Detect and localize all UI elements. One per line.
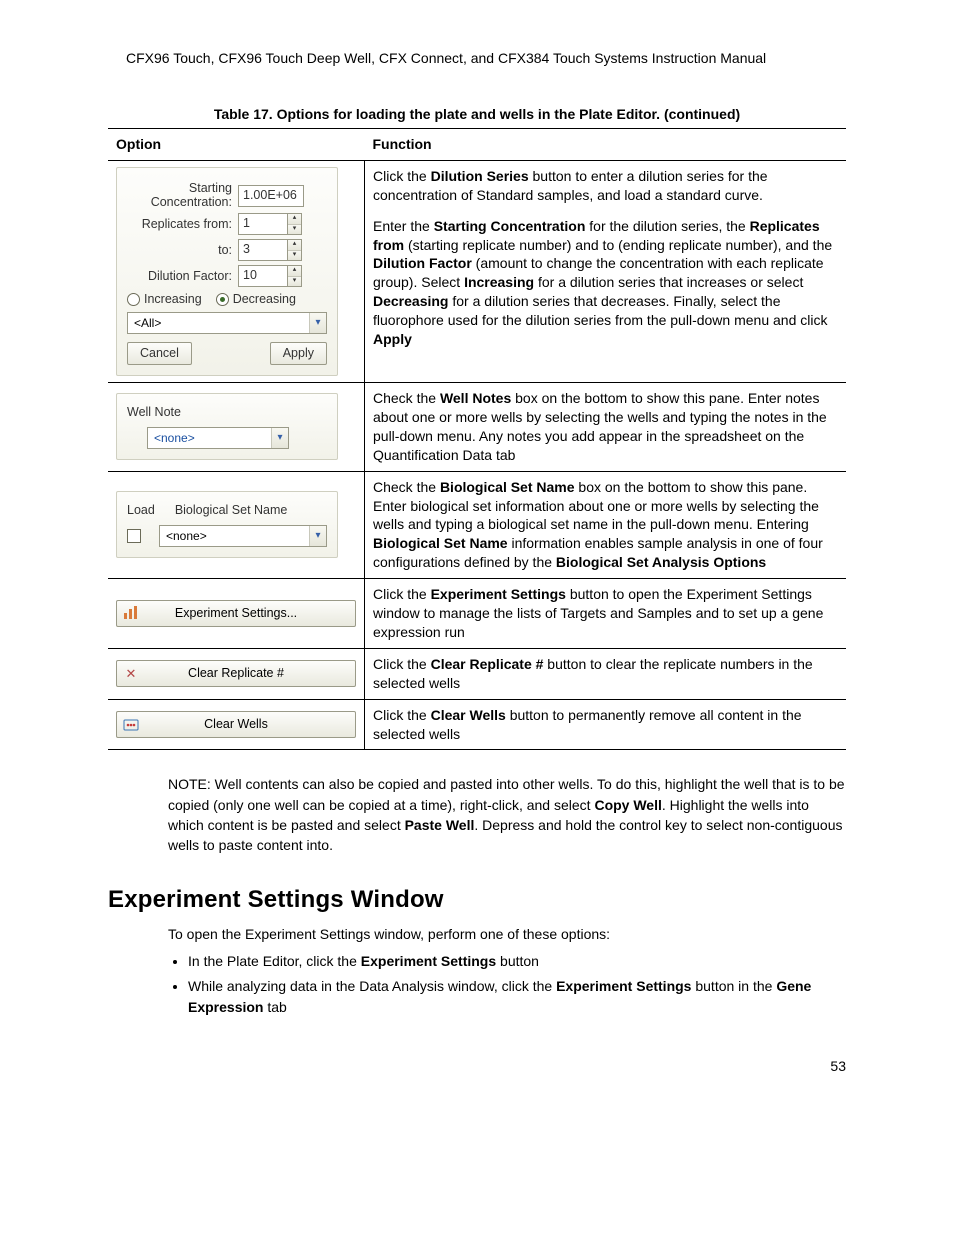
bio-load-label: Load <box>127 502 155 519</box>
bio-combo-text: <none> <box>160 528 309 544</box>
clear-rep-function: Click the Clear Replicate # button to cl… <box>365 648 847 699</box>
bio-panel: Load Biological Set Name <none> ▾ <box>116 491 338 558</box>
bullet-2: While analyzing data in the Data Analysi… <box>188 976 846 1018</box>
note-block: NOTE: Well contents can also be copied a… <box>168 774 846 855</box>
dil-factor-input[interactable]: 10 <box>238 265 287 287</box>
repl-to-label: to: <box>127 242 232 259</box>
well-note-title: Well Note <box>127 404 327 421</box>
dilution-function: Click the Dilution Series button to ente… <box>365 160 847 382</box>
wellnote-function: Check the Well Notes box on the bottom t… <box>365 383 847 472</box>
decreasing-radio[interactable]: Decreasing <box>216 291 296 308</box>
increasing-label: Increasing <box>144 291 202 308</box>
options-table: Option Function Starting Concentration: … <box>108 128 846 750</box>
clear-wells-label: Clear Wells <box>204 716 268 733</box>
settings-bars-icon <box>123 605 139 621</box>
page-header: CFX96 Touch, CFX96 Touch Deep Well, CFX … <box>108 50 846 66</box>
well-note-combo[interactable]: <none> ▾ <box>147 427 289 449</box>
repl-to-input[interactable]: 3 <box>238 239 287 261</box>
col-option: Option <box>108 129 365 161</box>
dilution-panel: Starting Concentration: 1.00E+06 Replica… <box>116 167 338 376</box>
dil-factor-spinner[interactable]: ▴▾ <box>287 265 302 287</box>
bio-load-checkbox[interactable] <box>127 529 141 543</box>
well-note-combo-text: <none> <box>148 430 271 446</box>
chevron-down-icon[interactable]: ▾ <box>271 428 288 448</box>
exp-function: Click the Experiment Settings button to … <box>365 579 847 649</box>
page-number: 53 <box>108 1058 846 1074</box>
bio-combo[interactable]: <none> ▾ <box>159 525 327 547</box>
repl-from-label: Replicates from: <box>127 216 232 233</box>
dil-factor-label: Dilution Factor: <box>127 268 232 285</box>
clear-wells-function: Click the Clear Wells button to permanen… <box>365 699 847 750</box>
clear-replicate-label: Clear Replicate # <box>188 665 284 682</box>
bio-title: Biological Set Name <box>175 502 288 519</box>
well-note-panel: Well Note <none> ▾ <box>116 393 338 460</box>
bullet-1: In the Plate Editor, click the Experimen… <box>188 951 846 972</box>
cancel-button[interactable]: Cancel <box>127 342 192 365</box>
chevron-down-icon[interactable]: ▾ <box>309 526 326 546</box>
clear-wells-icon <box>123 717 139 733</box>
apply-button[interactable]: Apply <box>270 342 327 365</box>
repl-from-input[interactable]: 1 <box>238 213 287 235</box>
clear-replicate-button[interactable]: ✕ Clear Replicate # <box>116 660 356 687</box>
clear-replicate-icon: ✕ <box>123 666 139 682</box>
fluorophore-combo[interactable]: <All> ▾ <box>127 312 327 334</box>
repl-to-spinner[interactable]: ▴▾ <box>287 239 302 261</box>
decreasing-label: Decreasing <box>233 291 296 308</box>
experiment-settings-label: Experiment Settings... <box>175 605 297 622</box>
section-body: To open the Experiment Settings window, … <box>168 924 846 1018</box>
start-conc-input[interactable]: 1.00E+06 <box>238 185 304 207</box>
increasing-radio[interactable]: Increasing <box>127 291 202 308</box>
section-heading: Experiment Settings Window <box>108 886 846 914</box>
repl-from-spinner[interactable]: ▴▾ <box>287 213 302 235</box>
start-conc-label: Starting Concentration: <box>127 182 232 210</box>
col-function: Function <box>365 129 847 161</box>
table-caption: Table 17. Options for loading the plate … <box>108 106 846 122</box>
chevron-down-icon[interactable]: ▾ <box>309 313 326 333</box>
experiment-settings-button[interactable]: Experiment Settings... <box>116 600 356 627</box>
open-intro: To open the Experiment Settings window, … <box>168 924 846 945</box>
clear-wells-button[interactable]: Clear Wells <box>116 711 356 738</box>
bio-function: Check the Biological Set Name box on the… <box>365 471 847 578</box>
fluorophore-combo-text: <All> <box>128 315 309 331</box>
